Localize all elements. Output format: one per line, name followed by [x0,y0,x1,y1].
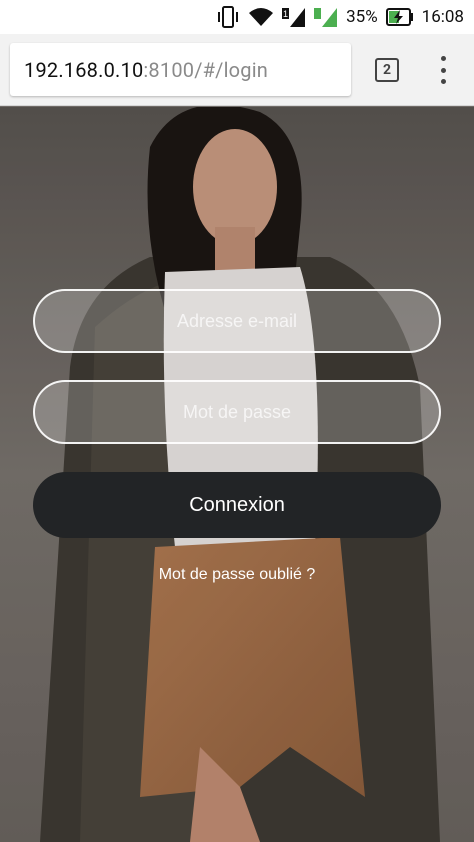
address-bar[interactable]: 192.168.0.10:8100/#/login [10,43,351,96]
svg-text:1: 1 [283,9,288,19]
browser-toolbar: 192.168.0.10:8100/#/login 2 [0,34,474,106]
email-field[interactable] [33,289,441,353]
password-input[interactable] [35,381,439,443]
tab-switcher-button[interactable]: 2 [375,58,399,82]
wifi-icon [248,7,274,27]
overflow-menu-icon[interactable] [432,56,454,84]
vibrate-icon [216,6,240,28]
login-page: Connexion Mot de passe oublié ? [0,107,474,842]
url-path: :8100/#/login [143,57,269,82]
clock: 16:08 [421,7,464,27]
email-input[interactable] [35,290,439,352]
battery-percent: 35% [346,7,378,27]
signal-sim1-icon: 1 [282,6,306,28]
battery-charging-icon [385,8,414,26]
status-bar: 1 35% 16:08 [0,0,474,34]
password-field[interactable] [33,380,441,444]
forgot-password-link[interactable]: Mot de passe oublié ? [0,566,474,584]
signal-sim2-icon [314,6,338,28]
url-host: 192.168.0.10 [24,57,144,82]
login-button[interactable]: Connexion [33,472,441,538]
